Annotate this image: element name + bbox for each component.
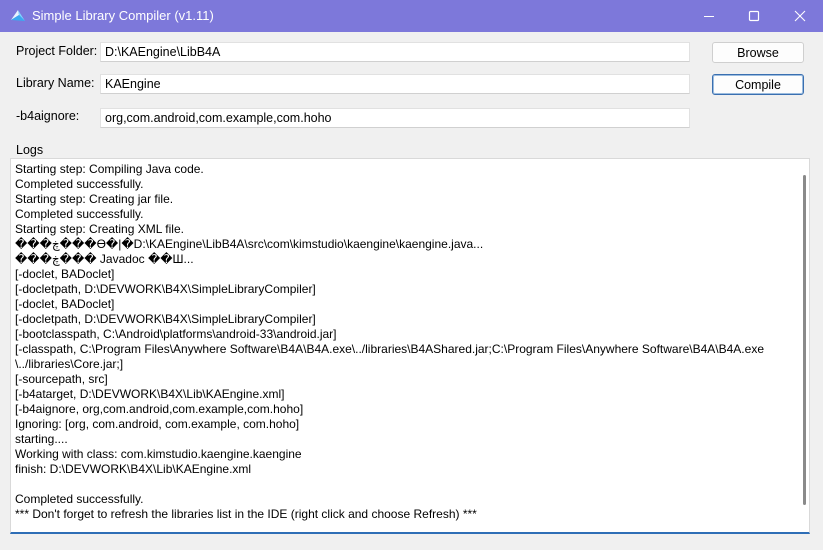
minimize-button[interactable] bbox=[686, 0, 732, 32]
log-line: starting.... bbox=[15, 432, 68, 446]
b4aignore-label: -b4aignore: bbox=[16, 109, 80, 123]
log-line: [-classpath, C:\Program Files\Anywhere S… bbox=[15, 342, 764, 356]
log-line: [-bootclasspath, C:\Android\platforms\an… bbox=[15, 327, 337, 341]
log-line: finish: D:\DEVWORK\B4X\Lib\KAEngine.xml bbox=[15, 462, 252, 476]
close-button[interactable] bbox=[777, 0, 823, 32]
log-line: Completed successfully. bbox=[15, 177, 144, 191]
logs-scrollbar[interactable] bbox=[803, 175, 806, 505]
library-name-input[interactable] bbox=[100, 74, 690, 94]
log-line: [-sourcepath, src] bbox=[15, 372, 108, 386]
compile-button[interactable]: Compile bbox=[712, 74, 804, 95]
log-output: Starting step: Compiling Java code. Compl… bbox=[15, 162, 793, 530]
log-line: Working with class: com.kimstudio.kaengi… bbox=[15, 447, 302, 461]
log-line: Completed successfully. bbox=[15, 492, 144, 506]
app-logo-icon bbox=[10, 8, 26, 24]
maximize-button[interactable] bbox=[731, 0, 777, 32]
log-line: Starting step: Creating jar file. bbox=[15, 192, 174, 206]
logs-textarea[interactable]: Starting step: Compiling Java code. Compl… bbox=[10, 158, 810, 534]
log-line: [-doclet, BADoclet] bbox=[15, 297, 115, 311]
log-line: [-b4atarget, D:\DEVWORK\B4X\Lib\KAEngine… bbox=[15, 387, 285, 401]
log-line: [-b4aignore, org,com.android,com.example… bbox=[15, 402, 304, 416]
logs-label: Logs bbox=[16, 143, 44, 157]
b4aignore-input[interactable] bbox=[100, 108, 690, 128]
minimize-icon bbox=[704, 16, 714, 17]
log-line: [-doclet, BADoclet] bbox=[15, 267, 115, 281]
log-line: ���ڿ��� Javadoc ��Ш... bbox=[15, 252, 194, 266]
log-line: Ignoring: [org, com.android, com.example… bbox=[15, 417, 300, 431]
client-area: Project Folder: Browse Library Name: Com… bbox=[0, 32, 823, 550]
title-bar[interactable]: Simple Library Compiler (v1.11) bbox=[0, 0, 823, 32]
log-line: [-docletpath, D:\DEVWORK\B4X\SimpleLibra… bbox=[15, 282, 316, 296]
log-line: \../libraries\Core.jar;] bbox=[15, 357, 124, 371]
log-line: *** Don't forget to refresh the librarie… bbox=[15, 507, 477, 521]
project-folder-label: Project Folder: bbox=[16, 44, 98, 58]
browse-button[interactable]: Browse bbox=[712, 42, 804, 63]
close-icon bbox=[794, 10, 806, 22]
library-name-label: Library Name: bbox=[16, 76, 95, 90]
project-folder-input[interactable] bbox=[100, 42, 690, 62]
log-line: Starting step: Creating XML file. bbox=[15, 222, 184, 236]
maximize-icon bbox=[748, 10, 760, 22]
log-line: Starting step: Compiling Java code. bbox=[15, 162, 204, 176]
window-title: Simple Library Compiler (v1.11) bbox=[32, 8, 214, 23]
log-line: [-docletpath, D:\DEVWORK\B4X\SimpleLibra… bbox=[15, 312, 316, 326]
log-line: Completed successfully. bbox=[15, 207, 144, 221]
log-line: ���ڿ���ϴ�|�D:\KAEngine\LibB4A\src\com\ki… bbox=[15, 237, 484, 251]
